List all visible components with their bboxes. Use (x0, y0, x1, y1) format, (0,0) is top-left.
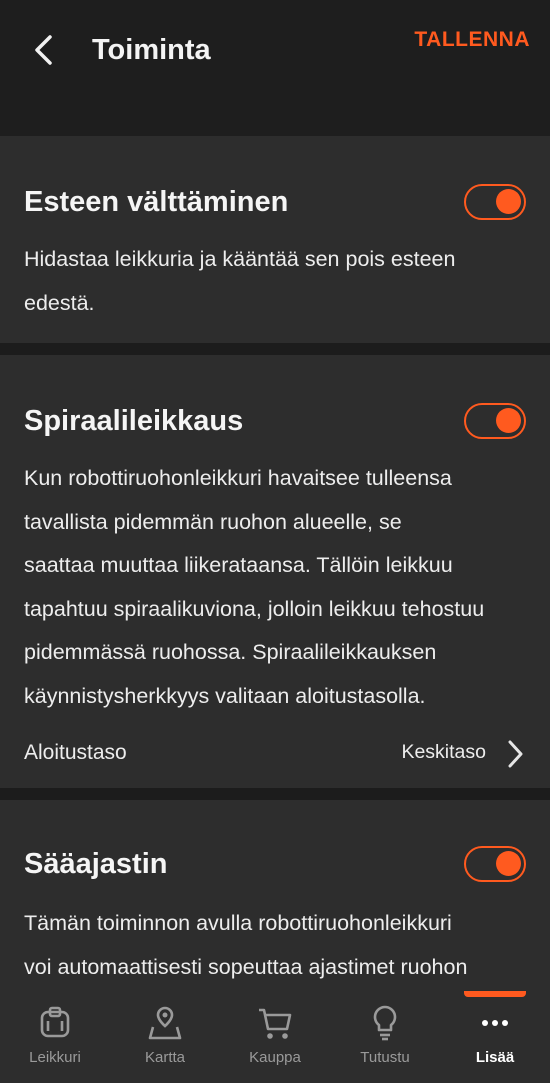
weather-timer-toggle[interactable] (464, 846, 526, 882)
bottom-nav: Leikkuri Kartta Kauppa Tutustu Lisää (0, 987, 550, 1083)
settings-list[interactable]: Esteen välttäminen Hidastaa leikkuria ja… (0, 136, 550, 987)
nav-item-lisaa[interactable]: Lisää (440, 987, 550, 1083)
card-description: Hidastaa leikkuria ja kääntää sen pois e… (24, 238, 494, 325)
nav-item-tutustu[interactable]: Tutustu (330, 987, 440, 1083)
start-level-row[interactable]: Aloitustaso Keskitaso (24, 733, 526, 773)
map-pin-icon (148, 1006, 182, 1040)
card-description: Kun robottiruohonleikkuri havaitsee tull… (24, 457, 514, 718)
cart-icon (259, 1008, 292, 1039)
nav-label: Kauppa (249, 1049, 301, 1066)
description-line: voi automaattisesti sopeuttaa ajastimet … (24, 954, 468, 979)
description-line: tavallista pidemmän ruohon alueelle, se (24, 509, 402, 534)
mower-icon (40, 1006, 70, 1038)
description-line: Kun robottiruohonleikkuri havaitsee tull… (24, 466, 452, 490)
obstacle-avoidance-card: Esteen välttäminen Hidastaa leikkuria ja… (0, 136, 550, 343)
chevron-left-icon (35, 35, 52, 65)
toggle-knob (496, 408, 521, 433)
start-level-value: Keskitaso (401, 741, 486, 763)
spiral-cutting-toggle[interactable] (464, 403, 526, 439)
weather-timer-card: Sääajastin Tämän toiminnon avulla robott… (0, 800, 550, 987)
toggle-knob (496, 851, 521, 876)
card-title: Spiraalileikkaus (24, 405, 244, 437)
description-line: Hidastaa leikkuria ja kääntää sen pois e… (24, 247, 456, 271)
page-title: Toiminta (92, 34, 211, 66)
description-line: Tämän toiminnon avulla robottiruohonleik… (24, 911, 452, 935)
toggle-knob (496, 189, 521, 214)
nav-label: Lisää (475, 1049, 515, 1066)
description-line: käynnistysherkkyys valitaan aloitustasol… (24, 683, 426, 708)
nav-item-leikkuri[interactable]: Leikkuri (0, 987, 110, 1083)
nav-item-kauppa[interactable]: Kauppa (220, 987, 330, 1083)
card-title: Esteen välttäminen (24, 186, 289, 218)
save-button[interactable]: TALLENNA (414, 24, 530, 56)
start-level-label: Aloitustaso (24, 741, 127, 764)
description-line: saattaa muuttaa liikerataansa. Tällöin l… (24, 553, 453, 577)
card-title: Sääajastin (24, 848, 168, 880)
description-line: pidemmässä ruohossa. Spiraalileikkauksen (24, 640, 437, 664)
back-button[interactable] (26, 30, 62, 70)
app-header: Toiminta TALLENNA (0, 0, 550, 136)
nav-item-kartta[interactable]: Kartta (110, 987, 220, 1083)
chevron-right-icon (508, 740, 523, 768)
nav-label: Tutustu (360, 1049, 410, 1066)
obstacle-avoidance-toggle[interactable] (464, 184, 526, 220)
nav-label: Kartta (144, 1049, 186, 1066)
more-icon (482, 1020, 508, 1026)
description-line: tapahtuu spiraalikuviona, jolloin leikku… (24, 596, 485, 621)
nav-label: Leikkuri (29, 1049, 81, 1066)
description-line: edestä. (24, 290, 95, 315)
card-description: Tämän toiminnon avulla robottiruohonleik… (24, 902, 514, 987)
spiral-cutting-card: Spiraalileikkaus Kun robottiruohonleikku… (0, 355, 550, 788)
lightbulb-icon (373, 1005, 397, 1041)
